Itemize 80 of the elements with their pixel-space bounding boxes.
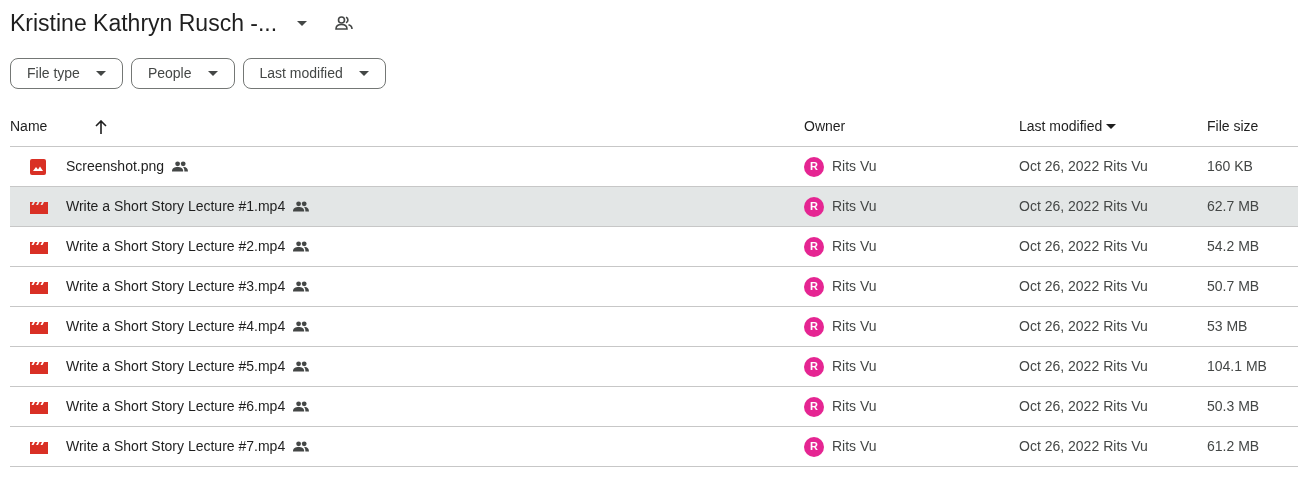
video-file-icon: [30, 319, 48, 334]
avatar: R: [804, 436, 824, 457]
file-size: 62.7 MB: [1207, 198, 1260, 214]
owner-name: Rits Vu: [832, 357, 877, 376]
filter-chip[interactable]: Last modified: [242, 58, 386, 89]
dropdown-caret-icon: [297, 20, 308, 26]
avatar: R: [804, 236, 824, 257]
file-size: 50.7 MB: [1207, 278, 1260, 294]
modified-by: Rits Vu: [1103, 197, 1148, 216]
caret-icon: [207, 71, 218, 76]
avatar: R: [804, 356, 824, 377]
people-icon: [293, 361, 310, 372]
modified-date: Oct 26, 2022: [1019, 157, 1100, 176]
owner-name: Rits Vu: [832, 277, 877, 296]
file-size: 54.2 MB: [1207, 238, 1260, 254]
avatar: R: [804, 396, 824, 417]
sort-up-arrow-icon[interactable]: [95, 119, 108, 134]
video-file-icon: [30, 279, 48, 294]
video-file-icon: [30, 359, 48, 374]
video-file-icon: [30, 199, 48, 214]
column-header[interactable]: Owner: [804, 116, 846, 137]
modified-by: Rits Vu: [1103, 237, 1148, 256]
file-size: 61.2 MB: [1207, 438, 1260, 454]
file-name: Write a Short Story Lecture #3.mp4: [66, 277, 286, 296]
owner-name: Rits Vu: [832, 317, 877, 336]
column-header[interactable]: Last modified: [1019, 116, 1117, 137]
modified-date: Oct 26, 2022: [1019, 357, 1100, 376]
video-file-icon: [30, 239, 48, 254]
file-name: Write a Short Story Lecture #4.mp4: [66, 317, 286, 336]
people-icon: [293, 401, 310, 412]
column-header[interactable]: Name: [10, 116, 108, 137]
modified-date: Oct 26, 2022: [1019, 317, 1100, 336]
people-icon: [172, 161, 189, 172]
owner-name: Rits Vu: [832, 157, 877, 176]
modified-date: Oct 26, 2022: [1019, 437, 1100, 456]
avatar: R: [804, 156, 824, 177]
file-name: Write a Short Story Lecture #7.mp4: [66, 437, 286, 456]
owner-name: Rits Vu: [832, 197, 877, 216]
image-file-icon: [30, 158, 46, 175]
modified-date: Oct 26, 2022: [1019, 397, 1100, 416]
avatar: R: [804, 316, 824, 337]
modified-date: Oct 26, 2022: [1019, 277, 1100, 296]
file-size: 53 MB: [1207, 318, 1248, 334]
video-file-icon: [30, 399, 48, 414]
caret-icon: [358, 71, 369, 76]
modified-by: Rits Vu: [1103, 357, 1148, 376]
owner-name: Rits Vu: [832, 437, 877, 456]
people-icon[interactable]: [335, 16, 354, 30]
file-name: Write a Short Story Lecture #2.mp4: [66, 237, 286, 256]
file-name: Write a Short Story Lecture #1.mp4: [66, 197, 286, 216]
modified-by: Rits Vu: [1103, 317, 1148, 336]
people-icon: [293, 441, 310, 452]
filter-chip[interactable]: File type: [10, 58, 123, 89]
file-size: 160 KB: [1207, 158, 1253, 174]
modified-by: Rits Vu: [1103, 157, 1148, 176]
modified-by: Rits Vu: [1103, 437, 1148, 456]
caret-icon: [95, 71, 106, 76]
people-icon: [293, 281, 310, 292]
video-file-icon: [30, 439, 48, 454]
file-name: Write a Short Story Lecture #5.mp4: [66, 357, 286, 376]
sort-down-icon[interactable]: [1106, 124, 1117, 129]
modified-by: Rits Vu: [1103, 397, 1148, 416]
file-row[interactable]: Write a Short Story Lecture #1.mp4 R Rits Vu Oct 26, 2022 Rits Vu 62.7 MB: [10, 187, 1298, 227]
file-name: Screenshot.png: [66, 157, 165, 176]
modified-date: Oct 26, 2022: [1019, 237, 1100, 256]
avatar: R: [804, 196, 824, 217]
filter-chip[interactable]: People: [130, 58, 235, 89]
people-icon: [293, 321, 310, 332]
column-header[interactable]: File size: [1207, 116, 1259, 137]
owner-name: Rits Vu: [832, 237, 877, 256]
owner-name: Rits Vu: [832, 397, 877, 416]
avatar: R: [804, 276, 824, 297]
file-name: Write a Short Story Lecture #6.mp4: [66, 397, 286, 416]
people-icon: [293, 201, 310, 212]
file-size: 104.1 MB: [1207, 358, 1267, 374]
file-size: 50.3 MB: [1207, 398, 1260, 414]
folder-title[interactable]: Kristine Kathryn Rusch -...: [10, 5, 308, 41]
modified-by: Rits Vu: [1103, 277, 1148, 296]
modified-date: Oct 26, 2022: [1019, 197, 1100, 216]
people-icon: [293, 241, 310, 252]
